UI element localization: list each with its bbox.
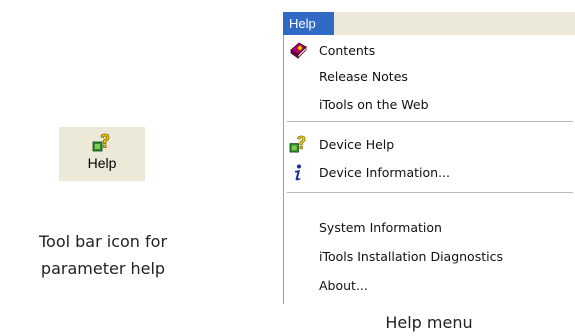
help-book-icon <box>290 42 307 59</box>
toolbar-help-button[interactable]: Help <box>59 127 145 181</box>
menu-separator <box>287 121 573 122</box>
menu-separator <box>287 192 573 193</box>
info-icon <box>295 164 301 181</box>
menu-item-system-information[interactable]: System Information <box>284 216 574 239</box>
help-menu-dropdown: Contents Release Notes iTools on the Web… <box>283 35 575 304</box>
menu-item-label: About... <box>319 278 368 293</box>
menu-item-about[interactable]: About... <box>284 274 574 297</box>
menu-item-contents[interactable]: Contents <box>284 39 574 62</box>
menu-item-label: iTools Installation Diagnostics <box>319 249 503 264</box>
menu-item-itools-web[interactable]: iTools on the Web <box>284 93 574 116</box>
menu-item-label: Release Notes <box>319 69 408 84</box>
menu-item-device-help[interactable]: Device Help <box>284 133 574 156</box>
toolbar-help-label: Help <box>87 155 117 171</box>
menu-caption: Help menu <box>385 313 473 332</box>
menu-item-label: Contents <box>319 43 376 58</box>
toolbar-caption: Tool bar icon for parameter help <box>38 232 168 278</box>
help-question-icon <box>92 133 110 152</box>
help-menu-title[interactable]: Help <box>283 12 334 35</box>
help-question-icon <box>289 135 306 153</box>
menu-item-release-notes[interactable]: Release Notes <box>284 65 574 88</box>
menu-item-itools-diagnostics[interactable]: iTools Installation Diagnostics <box>284 245 574 268</box>
menu-item-label: System Information <box>319 220 442 235</box>
menu-item-label: Device Help <box>319 137 395 152</box>
menu-bar: Help <box>283 12 575 35</box>
menu-item-device-information[interactable]: Device Information... <box>284 161 574 184</box>
menu-item-label: iTools on the Web <box>319 97 429 112</box>
menu-item-label: Device Information... <box>319 165 450 180</box>
